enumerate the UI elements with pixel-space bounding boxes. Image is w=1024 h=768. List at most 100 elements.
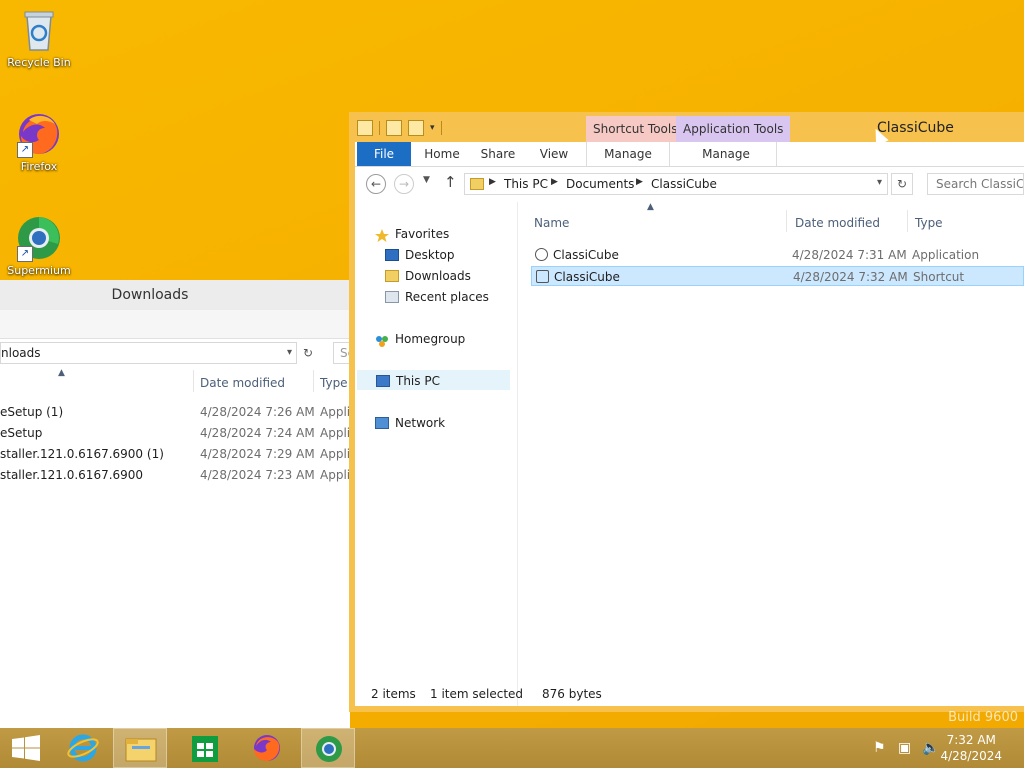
downloads-window-titlebar[interactable]: Downloads (0, 280, 350, 310)
nav-label: Homegroup (395, 332, 466, 346)
file-name: ClassiCube (553, 248, 619, 262)
firefox-icon: ↗ (15, 110, 63, 158)
file-date: 4/28/2024 7:31 AM (792, 248, 907, 262)
classicube-window[interactable]: ▾ Shortcut Tools Application Tools Class… (349, 112, 1024, 712)
status-bar: 2 items 1 item selected 876 bytes (355, 682, 1024, 706)
nav-item-desktop[interactable]: Desktop (385, 245, 455, 265)
breadcrumb-documents[interactable]: Documents (566, 177, 634, 191)
system-clock[interactable]: 7:32 AM 4/28/2024 (940, 732, 1002, 764)
chevron-down-icon[interactable]: ▾ (877, 177, 882, 188)
column-divider (786, 210, 787, 232)
nav-item-homegroup[interactable]: Homegroup (375, 329, 465, 349)
list-item-date: 4/28/2024 7:29 AM (200, 447, 315, 461)
address-bar[interactable]: ▶ This PC ▶ Documents ▶ ClassiCube ▾ (464, 173, 888, 195)
tab-share[interactable]: Share (473, 142, 523, 166)
clock-time: 7:32 AM (946, 733, 996, 747)
computer-icon (376, 374, 390, 387)
ribbon-tabs: File Home Share View Manage Manage (355, 142, 1024, 167)
nav-item-recent-places[interactable]: Recent places (385, 287, 489, 307)
column-header-date[interactable]: Date modified (200, 376, 285, 390)
breadcrumb-this-pc[interactable]: This PC (504, 177, 548, 191)
navigation-pane: Favorites Desktop Downloads Recent place… (355, 202, 518, 706)
supermium-icon (316, 736, 342, 762)
nav-item-this-pc[interactable]: This PC (357, 370, 510, 390)
refresh-icon[interactable]: ↻ (297, 342, 319, 364)
tab-home[interactable]: Home (417, 142, 467, 166)
downloads-ribbon (0, 310, 350, 339)
tab-view[interactable]: View (529, 142, 579, 166)
forward-button[interactable]: → (394, 174, 414, 194)
breadcrumb-classicube[interactable]: ClassiCube (651, 177, 717, 191)
column-header-date[interactable]: Date modified (795, 216, 880, 230)
network-icon[interactable]: ▣ (898, 740, 911, 756)
properties-icon[interactable] (386, 120, 402, 136)
nav-label: Downloads (405, 269, 471, 283)
list-item-type: Appli (320, 468, 351, 482)
desktop-icon-recycle-bin[interactable]: Recycle Bin (1, 6, 77, 69)
list-item-type: Appli (320, 447, 351, 461)
taskbar-internet-explorer[interactable] (56, 728, 110, 768)
taskbar-firefox[interactable] (240, 728, 294, 768)
refresh-icon[interactable]: ↻ (891, 173, 913, 195)
explorer-body: File Home Share View Manage Manage ← → ▼… (355, 142, 1024, 706)
list-item-name[interactable]: eSetup (1) (0, 405, 63, 419)
tab-file[interactable]: File (357, 142, 411, 166)
breadcrumb-separator-icon[interactable]: ▶ (636, 177, 643, 187)
desktop-icon-label: Firefox (20, 160, 58, 173)
new-folder-icon[interactable] (408, 120, 424, 136)
supermium-icon: ↗ (15, 214, 63, 262)
list-item-date: 4/28/2024 7:24 AM (200, 426, 315, 440)
start-button[interactable] (0, 728, 54, 768)
chevron-down-icon[interactable]: ▾ (430, 123, 435, 133)
search-input[interactable]: Search ClassiCube (927, 173, 1024, 195)
up-arrow-icon[interactable]: ↑ (444, 173, 457, 191)
tab-manage-shortcut[interactable]: Manage (586, 142, 670, 166)
network-icon (375, 416, 389, 429)
divider (379, 121, 380, 135)
sort-arrow-icon: ▲ (647, 202, 654, 212)
column-header-type[interactable]: Type (320, 376, 348, 390)
chevron-down-icon[interactable]: ▾ (287, 343, 292, 363)
file-type: Application (912, 248, 980, 262)
file-list: ▲ Name Date modified Type ClassiCube 4/2… (523, 202, 1024, 682)
action-center-flag-icon[interactable]: ⚑ (873, 740, 886, 756)
list-item-date: 4/28/2024 7:26 AM (200, 405, 315, 419)
column-header-name[interactable]: Name (534, 216, 569, 230)
nav-item-downloads[interactable]: Downloads (385, 266, 471, 286)
file-row-selected[interactable]: ClassiCube 4/28/2024 7:32 AM Shortcut (531, 266, 1024, 286)
firefox-icon (254, 735, 280, 761)
file-name: ClassiCube (554, 270, 620, 284)
nav-item-network[interactable]: Network (375, 413, 445, 433)
file-explorer-icon (125, 738, 157, 762)
list-item-name[interactable]: eSetup (0, 426, 42, 440)
taskbar-store[interactable] (178, 728, 232, 768)
desktop-icon-firefox[interactable]: ↗ Firefox (1, 110, 77, 173)
desktop-icon-supermium[interactable]: ↗ Supermium (1, 214, 77, 277)
recent-locations-chevron-icon[interactable]: ▼ (423, 175, 430, 185)
column-divider (907, 210, 908, 232)
breadcrumb-separator-icon[interactable]: ▶ (489, 177, 496, 187)
volume-muted-icon[interactable]: 🔈 (922, 740, 939, 756)
folder-icon (357, 120, 373, 136)
navigation-bar: ← → ▼ ↑ ▶ This PC ▶ Documents ▶ ClassiCu… (355, 167, 1024, 201)
tab-shortcut-tools[interactable]: Shortcut Tools (586, 116, 685, 142)
list-item-name[interactable]: staller.121.0.6167.6900 (0, 468, 143, 482)
column-header-type[interactable]: Type (915, 216, 943, 230)
window-title: ClassiCube (877, 120, 954, 136)
file-row[interactable]: ClassiCube 4/28/2024 7:31 AM Application (531, 245, 1024, 265)
clock-date: 4/28/2024 (940, 749, 1002, 763)
taskbar-file-explorer[interactable] (113, 728, 167, 768)
taskbar-supermium[interactable] (301, 728, 355, 768)
back-button[interactable]: ← (366, 174, 386, 194)
recent-places-icon (385, 290, 399, 303)
homegroup-icon (375, 333, 389, 347)
breadcrumb-separator-icon[interactable]: ▶ (551, 177, 558, 187)
desktop-icon-label: Recycle Bin (7, 56, 71, 69)
downloads-window[interactable]: Downloads nloads ▾ ↻ Se ▲ Date modified … (0, 280, 361, 728)
tab-manage-application[interactable]: Manage (676, 142, 777, 166)
list-item-name[interactable]: staller.121.0.6167.6900 (1) (0, 447, 164, 461)
nav-label: Favorites (395, 227, 450, 241)
tab-application-tools[interactable]: Application Tools (676, 116, 791, 142)
nav-item-favorites[interactable]: Favorites (375, 224, 449, 244)
downloads-address-bar[interactable]: nloads ▾ (0, 342, 297, 364)
